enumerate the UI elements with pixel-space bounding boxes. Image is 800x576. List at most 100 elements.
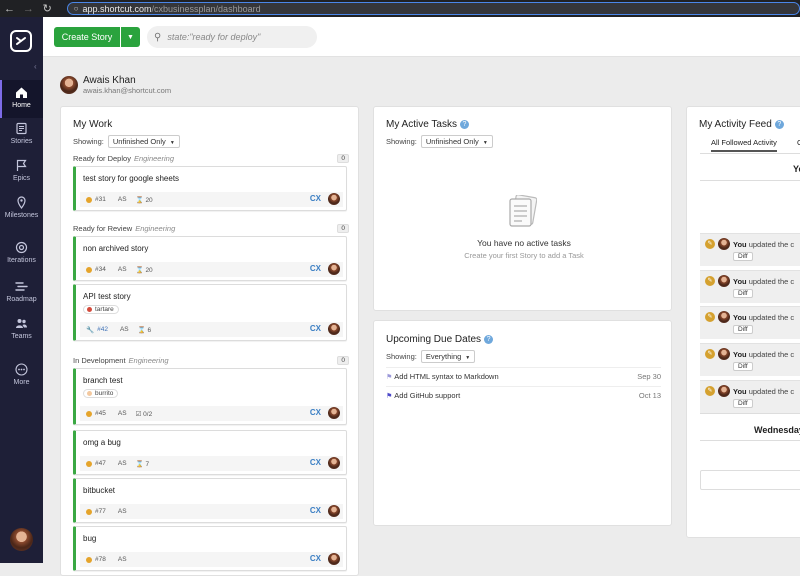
story-id[interactable]: #45 [83,410,109,417]
help-icon[interactable]: ? [484,334,494,344]
back-icon[interactable]: ← [0,3,19,15]
group-state: Ready for Deploy [73,154,131,163]
story-id[interactable]: #77 [83,508,109,515]
story-id[interactable]: #34 [83,266,109,273]
activity-row[interactable]: ✎ You updated the c Diff [700,380,800,413]
story-id[interactable]: #78 [83,556,109,563]
showing-label: Showing: [386,352,417,361]
story-id[interactable]: #47 [83,460,109,467]
story-card[interactable]: omg a bug #47 AS ⌛ 7 CX [73,430,347,475]
search-icon: ⚲ [154,31,162,43]
sidebar-item-home[interactable]: Home [0,80,43,118]
diff-button[interactable]: Diff [733,252,753,261]
label-text: burrito [95,390,114,397]
diff-button[interactable]: Diff [733,325,753,334]
chore-wrench-icon: 🔧 [86,326,95,334]
sidebar-item-label: Stories [10,138,33,145]
day-divider [700,413,800,414]
story-id-text: #31 [95,196,106,203]
story-card[interactable]: branch test burrito #45 AS ☑ 0/2 CX [73,368,347,425]
story-card[interactable]: bug #78 AS CX [73,526,347,571]
story-title[interactable]: API test story [83,292,131,301]
story-id[interactable]: #31 [83,196,109,203]
story-owner: AS [117,410,127,417]
sidebar-item-label: Roadmap [6,296,37,303]
story-title[interactable]: non archived story [83,244,148,253]
activity-row[interactable]: ✎ You updated the c Diff [700,306,800,339]
story-card[interactable]: test story for google sheets #31 AS ⌛ 20… [73,166,347,211]
group-state: Ready for Review [73,224,133,233]
story-card[interactable]: bitbucket #77 AS CX [73,478,347,523]
cx-integration-icon[interactable]: CX [310,324,321,333]
story-title[interactable]: bitbucket [83,486,115,495]
due-item-date: Oct 13 [638,391,661,400]
sidebar-item-more[interactable]: More [0,361,43,399]
help-icon[interactable]: ? [459,119,469,129]
story-title[interactable]: branch test [83,376,123,385]
cx-integration-icon[interactable]: CX [310,264,321,273]
cx-integration-icon[interactable]: CX [310,458,321,467]
epic-flag-icon: ⚑ [386,373,393,381]
sidebar-item-epics[interactable]: Epics [0,156,43,194]
story-label[interactable]: burrito [83,389,119,398]
diff-button[interactable]: Diff [733,289,753,298]
sidebar-item-label: Epics [12,175,31,182]
create-story-button[interactable]: Create Story [54,27,120,47]
task-list-icon [509,195,537,227]
reload-icon[interactable]: ↻ [38,2,57,15]
cx-integration-icon[interactable]: CX [310,194,321,203]
story-title[interactable]: test story for google sheets [83,174,179,183]
activity-row[interactable]: ✎ You updated the c Diff [700,233,800,266]
tabs-divider [700,153,800,154]
diff-button[interactable]: Diff [733,362,753,371]
activity-row[interactable]: ✎ You updated the c Diff [700,343,800,376]
tab-all-followed-activity[interactable]: All Followed Activity [711,138,777,152]
activity-text: You updated the c [733,277,794,286]
estimate-value: 20 [145,196,153,204]
chevron-down-icon: ▼ [169,140,175,146]
active-tasks-filter-dropdown[interactable]: Unfinished Only ▼ [420,135,493,148]
search-input[interactable]: ⚲ state:"ready for deploy" [147,26,317,48]
sidebar-item-teams[interactable]: Teams [0,315,43,353]
my-work-title: My Work [73,119,113,130]
story-card[interactable]: non archived story #34 AS ⌛ 20 CX [73,236,347,281]
due-date-row[interactable]: ⚑ Add HTML syntax to Markdown Sep 30 [386,367,661,385]
feature-icon [86,508,92,515]
sidebar-item-stories[interactable]: Stories [0,118,43,156]
forward-icon[interactable]: → [19,3,38,15]
sidebar-item-iterations[interactable]: Iterations [0,239,43,277]
story-footer: #77 AS CX [80,504,343,519]
story-title[interactable]: omg a bug [83,438,121,447]
due-date-row[interactable]: ⚑ Add GitHub support Oct 13 [386,386,661,404]
feature-icon [86,410,92,417]
activity-row[interactable]: ✎ You updated the c Diff [700,270,800,303]
epic-flag-icon: ⚑ [386,392,393,400]
user-avatar[interactable] [10,528,33,551]
group-header: Ready for Deploy Engineering 0 [73,154,349,163]
sidebar-item-roadmap[interactable]: Roadmap [0,278,43,316]
day-heading: Ye [793,164,800,174]
collapse-sidebar-icon[interactable]: ‹ [34,62,37,71]
story-title[interactable]: bug [83,534,96,543]
story-label[interactable]: tartare [83,305,119,314]
address-bar[interactable]: ○ app.shortcut.com/cxbusinessplan/dashbo… [66,2,800,15]
create-options-caret-icon[interactable]: ▼ [121,27,140,47]
active-tasks-panel: My Active Tasks? Showing: Unfinished Onl… [373,106,672,311]
tasks-value: 0/2 [143,410,153,418]
active-tasks-heading: My Active Tasks? [386,119,469,130]
activity-load-more-box[interactable] [700,470,800,490]
help-icon[interactable]: ? [774,119,784,129]
diff-button[interactable]: Diff [733,399,753,408]
cx-integration-icon[interactable]: CX [310,554,321,563]
shortcut-logo-icon[interactable] [10,30,32,52]
my-work-filter-dropdown[interactable]: Unfinished Only ▼ [107,135,180,148]
story-id[interactable]: 🔧 #42 [83,326,111,334]
due-dates-filter-dropdown[interactable]: Everything ▼ [420,350,476,363]
cx-integration-icon[interactable]: CX [310,408,321,417]
group-team: Engineering [135,224,176,233]
group-team: Engineering [128,356,169,365]
sidebar-item-milestones[interactable]: Milestones [0,194,43,232]
cx-integration-icon[interactable]: CX [310,506,321,515]
story-owner-avatar [328,407,340,419]
story-card[interactable]: API test story tartare 🔧 #42 AS ⌛ 6 CX [73,284,347,341]
